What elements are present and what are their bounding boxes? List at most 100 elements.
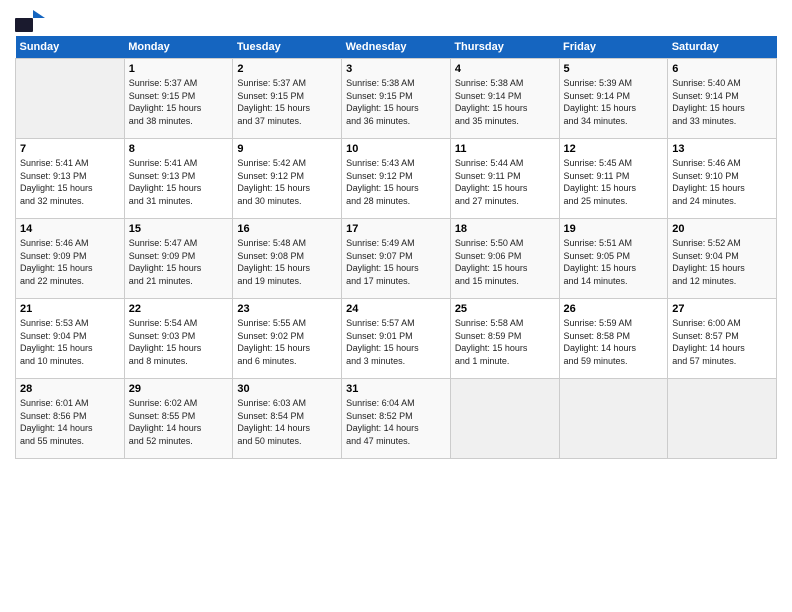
calendar-week-row: 14Sunrise: 5:46 AMSunset: 9:09 PMDayligh… (16, 219, 777, 299)
day-number: 29 (129, 383, 229, 395)
day-number: 10 (346, 143, 446, 155)
day-info: Sunrise: 5:37 AMSunset: 9:15 PMDaylight:… (237, 77, 337, 127)
day-number: 26 (564, 303, 664, 315)
day-number: 16 (237, 223, 337, 235)
calendar-cell (668, 379, 777, 459)
calendar-cell (559, 379, 668, 459)
calendar-week-row: 1 Sunrise: 5:37 AMSunset: 9:15 PMDaylight… (16, 59, 777, 139)
calendar-week-row: 7 Sunrise: 5:41 AMSunset: 9:13 PMDaylight… (16, 139, 777, 219)
calendar-cell: 29 Sunrise: 6:02 AMSunset: 8:55 PMDayligh… (124, 379, 233, 459)
day-info: Sunrise: 5:42 AMSunset: 9:12 PMDaylight:… (237, 157, 337, 207)
calendar-cell: 25 Sunrise: 5:58 AMSunset: 8:59 PMDayligh… (450, 299, 559, 379)
calendar-header: SundayMondayTuesdayWednesdayThursdayFrid… (16, 36, 777, 59)
day-number: 4 (455, 63, 555, 75)
day-info: Sunrise: 6:02 AMSunset: 8:55 PMDaylight:… (129, 397, 229, 447)
day-number: 2 (237, 63, 337, 75)
weekday-header: Friday (559, 36, 668, 59)
day-number: 25 (455, 303, 555, 315)
calendar-cell: 18 Sunrise: 5:50 AMSunset: 9:06 PMDayligh… (450, 219, 559, 299)
day-number: 17 (346, 223, 446, 235)
calendar-cell: 21 Sunrise: 5:53 AMSunset: 9:04 PMDayligh… (16, 299, 125, 379)
day-info: Sunrise: 6:00 AMSunset: 8:57 PMDaylight:… (672, 317, 772, 367)
day-info: Sunrise: 6:01 AMSunset: 8:56 PMDaylight:… (20, 397, 120, 447)
calendar-cell: 4 Sunrise: 5:38 AMSunset: 9:14 PMDaylight… (450, 59, 559, 139)
day-number: 1 (129, 63, 229, 75)
day-number: 24 (346, 303, 446, 315)
weekday-row: SundayMondayTuesdayWednesdayThursdayFrid… (16, 36, 777, 59)
calendar-cell: 8 Sunrise: 5:41 AMSunset: 9:13 PMDaylight… (124, 139, 233, 219)
calendar-cell (450, 379, 559, 459)
day-info: Sunrise: 5:45 AMSunset: 9:11 PMDaylight:… (564, 157, 664, 207)
day-info: Sunrise: 5:55 AMSunset: 9:02 PMDaylight:… (237, 317, 337, 367)
calendar-cell: 22 Sunrise: 5:54 AMSunset: 9:03 PMDayligh… (124, 299, 233, 379)
calendar-cell: 3Sunrise: 5:38 AMSunset: 9:15 PMDaylight… (342, 59, 451, 139)
day-info: Sunrise: 5:41 AMSunset: 9:13 PMDaylight:… (20, 157, 120, 207)
day-info: Sunrise: 5:53 AMSunset: 9:04 PMDaylight:… (20, 317, 120, 367)
day-number: 6 (672, 63, 772, 75)
day-number: 23 (237, 303, 337, 315)
calendar-cell: 28 Sunrise: 6:01 AMSunset: 8:56 PMDayligh… (16, 379, 125, 459)
day-info: Sunrise: 5:43 AMSunset: 9:12 PMDaylight:… (346, 157, 446, 207)
calendar-cell: 12Sunrise: 5:45 AMSunset: 9:11 PMDayligh… (559, 139, 668, 219)
logo (15, 10, 45, 32)
calendar-cell: 23 Sunrise: 5:55 AMSunset: 9:02 PMDayligh… (233, 299, 342, 379)
calendar-cell: 16 Sunrise: 5:48 AMSunset: 9:08 PMDayligh… (233, 219, 342, 299)
day-number: 31 (346, 383, 446, 395)
day-info: Sunrise: 5:59 AMSunset: 8:58 PMDaylight:… (564, 317, 664, 367)
calendar-cell: 13Sunrise: 5:46 AMSunset: 9:10 PMDayligh… (668, 139, 777, 219)
calendar-cell: 17 Sunrise: 5:49 AMSunset: 9:07 PMDayligh… (342, 219, 451, 299)
logo-icon (15, 10, 45, 32)
day-info: Sunrise: 5:50 AMSunset: 9:06 PMDaylight:… (455, 237, 555, 287)
weekday-header: Sunday (16, 36, 125, 59)
day-info: Sunrise: 5:49 AMSunset: 9:07 PMDaylight:… (346, 237, 446, 287)
calendar-cell: 6 Sunrise: 5:40 AMSunset: 9:14 PMDaylight… (668, 59, 777, 139)
day-info: Sunrise: 5:52 AMSunset: 9:04 PMDaylight:… (672, 237, 772, 287)
day-number: 9 (237, 143, 337, 155)
calendar-cell: 19 Sunrise: 5:51 AMSunset: 9:05 PMDayligh… (559, 219, 668, 299)
day-info: Sunrise: 5:39 AMSunset: 9:14 PMDaylight:… (564, 77, 664, 127)
day-number: 19 (564, 223, 664, 235)
day-info: Sunrise: 5:57 AMSunset: 9:01 PMDaylight:… (346, 317, 446, 367)
calendar-cell: 5Sunrise: 5:39 AMSunset: 9:14 PMDaylight… (559, 59, 668, 139)
calendar-cell (16, 59, 125, 139)
day-number: 20 (672, 223, 772, 235)
day-info: Sunrise: 5:51 AMSunset: 9:05 PMDaylight:… (564, 237, 664, 287)
calendar-table: SundayMondayTuesdayWednesdayThursdayFrid… (15, 36, 777, 459)
day-number: 22 (129, 303, 229, 315)
calendar-cell: 30 Sunrise: 6:03 AMSunset: 8:54 PMDayligh… (233, 379, 342, 459)
day-info: Sunrise: 6:04 AMSunset: 8:52 PMDaylight:… (346, 397, 446, 447)
calendar-cell: 20 Sunrise: 5:52 AMSunset: 9:04 PMDayligh… (668, 219, 777, 299)
day-number: 3 (346, 63, 446, 75)
calendar-body: 1 Sunrise: 5:37 AMSunset: 9:15 PMDaylight… (16, 59, 777, 459)
day-number: 7 (20, 143, 120, 155)
day-info: Sunrise: 5:41 AMSunset: 9:13 PMDaylight:… (129, 157, 229, 207)
weekday-header: Thursday (450, 36, 559, 59)
day-info: Sunrise: 6:03 AMSunset: 8:54 PMDaylight:… (237, 397, 337, 447)
day-info: Sunrise: 5:38 AMSunset: 9:14 PMDaylight:… (455, 77, 555, 127)
day-info: Sunrise: 5:48 AMSunset: 9:08 PMDaylight:… (237, 237, 337, 287)
weekday-header: Tuesday (233, 36, 342, 59)
day-number: 15 (129, 223, 229, 235)
calendar-week-row: 28 Sunrise: 6:01 AMSunset: 8:56 PMDayligh… (16, 379, 777, 459)
calendar-cell: 7 Sunrise: 5:41 AMSunset: 9:13 PMDaylight… (16, 139, 125, 219)
calendar-cell: 1 Sunrise: 5:37 AMSunset: 9:15 PMDaylight… (124, 59, 233, 139)
day-number: 21 (20, 303, 120, 315)
calendar-cell: 24 Sunrise: 5:57 AMSunset: 9:01 PMDayligh… (342, 299, 451, 379)
day-number: 28 (20, 383, 120, 395)
day-info: Sunrise: 5:58 AMSunset: 8:59 PMDaylight:… (455, 317, 555, 367)
day-info: Sunrise: 5:54 AMSunset: 9:03 PMDaylight:… (129, 317, 229, 367)
day-number: 27 (672, 303, 772, 315)
day-info: Sunrise: 5:37 AMSunset: 9:15 PMDaylight:… (129, 77, 229, 127)
calendar-cell: 26 Sunrise: 5:59 AMSunset: 8:58 PMDayligh… (559, 299, 668, 379)
day-info: Sunrise: 5:46 AMSunset: 9:09 PMDaylight:… (20, 237, 120, 287)
page-container: SundayMondayTuesdayWednesdayThursdayFrid… (0, 0, 792, 469)
calendar-cell: 11Sunrise: 5:44 AMSunset: 9:11 PMDayligh… (450, 139, 559, 219)
day-info: Sunrise: 5:40 AMSunset: 9:14 PMDaylight:… (672, 77, 772, 127)
calendar-cell: 2 Sunrise: 5:37 AMSunset: 9:15 PMDaylight… (233, 59, 342, 139)
day-number: 30 (237, 383, 337, 395)
calendar-cell: 10 Sunrise: 5:43 AMSunset: 9:12 PMDayligh… (342, 139, 451, 219)
day-number: 8 (129, 143, 229, 155)
day-info: Sunrise: 5:47 AMSunset: 9:09 PMDaylight:… (129, 237, 229, 287)
day-info: Sunrise: 5:46 AMSunset: 9:10 PMDaylight:… (672, 157, 772, 207)
day-number: 18 (455, 223, 555, 235)
